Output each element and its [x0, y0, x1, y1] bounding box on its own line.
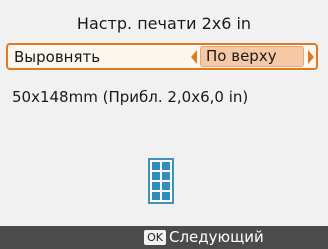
page-title: Настр. печати 2x6 in — [76, 14, 252, 33]
paper-size-info: 50x148mm (Прибл. 2,0x6,0 in) — [12, 88, 249, 106]
next-label: Следующий — [169, 228, 264, 246]
ok-button[interactable]: OK — [144, 230, 166, 245]
align-setting-label: Выровнять — [14, 48, 101, 66]
layout-cell — [162, 192, 170, 200]
layout-cell — [162, 162, 170, 170]
footer-bar: OK Следующий — [0, 226, 328, 249]
align-value-selector[interactable]: По верху — [200, 46, 304, 67]
arrow-left-icon[interactable] — [191, 50, 197, 64]
layout-cell — [162, 172, 170, 180]
arrow-right-icon[interactable] — [308, 50, 314, 64]
layout-cell — [152, 182, 160, 190]
print-settings-screen: Настр. печати 2x6 in Выровнять По верху … — [0, 0, 328, 249]
layout-cell — [162, 182, 170, 190]
align-setting-row[interactable]: Выровнять По верху — [6, 43, 318, 70]
layout-cell — [152, 192, 160, 200]
print-layout-grid-icon — [148, 158, 174, 204]
layout-cell — [152, 172, 160, 180]
layout-cell — [152, 162, 160, 170]
